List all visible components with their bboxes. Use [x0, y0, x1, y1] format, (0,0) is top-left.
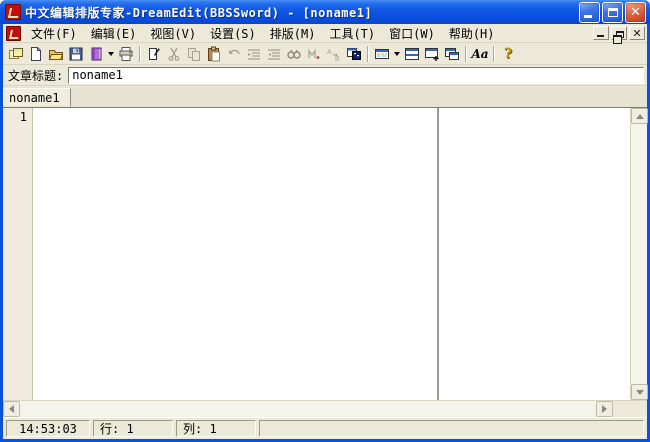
menu-edit[interactable]: 编辑(E)	[84, 23, 144, 44]
new-document-icon[interactable]	[26, 45, 46, 64]
menu-tools[interactable]: 工具(T)	[322, 23, 382, 44]
indent-decrease-icon[interactable]	[244, 45, 264, 64]
window-title: 中文编辑排版专家-DreamEdit(BBSSword) - [noname1]	[25, 4, 577, 21]
line-number-gutter: 1	[3, 108, 33, 400]
status-bar: 14:53:03 行: 1 列: 1	[3, 417, 647, 439]
line-number: 1	[20, 110, 27, 124]
mdi-close-icon: ✕	[632, 28, 641, 39]
svg-text:A: A	[327, 49, 332, 56]
toolbar-separator	[139, 46, 141, 62]
cut-icon[interactable]	[164, 45, 184, 64]
pane-divider[interactable]	[437, 108, 439, 400]
document-tab[interactable]: noname1	[3, 88, 71, 107]
toolbar: AB Aa ?	[3, 44, 647, 65]
mdi-restore-icon	[616, 31, 624, 38]
mdi-minimize-button[interactable]	[593, 26, 609, 40]
scroll-up-button[interactable]	[631, 108, 648, 124]
new-window-icon[interactable]	[6, 45, 26, 64]
chevron-up-icon	[636, 114, 644, 119]
save-icon[interactable]	[66, 45, 86, 64]
find-icon[interactable]	[284, 45, 304, 64]
chevron-down-icon	[636, 390, 644, 395]
close-icon: ✕	[630, 6, 641, 19]
toolbar-separator	[493, 46, 495, 62]
title-bar: 中文编辑排版专家-DreamEdit(BBSSword) - [noname1]…	[0, 0, 650, 24]
copy-icon[interactable]	[184, 45, 204, 64]
menu-bar: 文件(F) 编辑(E) 视图(V) 设置(S) 排版(M) 工具(T) 窗口(W…	[3, 24, 647, 43]
indent-increase-icon[interactable]	[264, 45, 284, 64]
cascade-windows-icon[interactable]	[442, 45, 462, 64]
mdi-close-button[interactable]: ✕	[629, 26, 645, 40]
status-extra	[259, 420, 644, 437]
chevron-left-icon	[9, 405, 14, 413]
menu-file[interactable]: 文件(F)	[24, 23, 84, 44]
article-title-input[interactable]	[68, 67, 644, 84]
add-window-icon[interactable]	[422, 45, 442, 64]
menu-view[interactable]: 视图(V)	[143, 23, 203, 44]
article-title-row: 文章标题:	[3, 65, 647, 86]
minimize-icon	[584, 15, 592, 18]
maximize-icon	[608, 8, 618, 17]
help-icon[interactable]: ?	[498, 45, 518, 64]
mdi-restore-button[interactable]	[611, 26, 627, 40]
scroll-left-button[interactable]	[3, 401, 20, 417]
toolbar-separator	[465, 46, 467, 62]
window-view-icon[interactable]	[372, 45, 392, 64]
svg-text:B: B	[335, 56, 340, 62]
status-column: 列: 1	[176, 420, 256, 437]
scrollbar-corner	[613, 400, 647, 417]
edit-document-icon[interactable]	[144, 45, 164, 64]
copy-window-icon[interactable]	[344, 45, 364, 64]
undo-icon[interactable]	[224, 45, 244, 64]
window-view-dropdown[interactable]	[392, 45, 402, 64]
editor-area: 1	[3, 107, 647, 400]
text-edit-pane[interactable]	[33, 108, 630, 400]
scroll-right-button[interactable]	[596, 401, 613, 417]
mdi-minimize-icon	[597, 35, 604, 37]
menu-typeset[interactable]: 排版(M)	[263, 23, 323, 44]
print-icon[interactable]	[116, 45, 136, 64]
app-window: 中文编辑排版专家-DreamEdit(BBSSword) - [noname1]…	[0, 0, 650, 442]
menu-help[interactable]: 帮助(H)	[442, 23, 502, 44]
split-window-icon[interactable]	[402, 45, 422, 64]
article-title-label: 文章标题:	[8, 67, 63, 84]
find-next-icon[interactable]	[304, 45, 324, 64]
toolbar-separator	[367, 46, 369, 62]
font-icon[interactable]: Aa	[470, 45, 490, 64]
paste-icon[interactable]	[204, 45, 224, 64]
dropdown-arrow-icon	[394, 52, 400, 56]
tab-bar: noname1	[3, 87, 647, 107]
scroll-down-button[interactable]	[631, 384, 648, 400]
chevron-right-icon	[602, 405, 607, 413]
close-button[interactable]: ✕	[625, 2, 646, 23]
open-file-icon[interactable]	[46, 45, 66, 64]
notebook-dropdown[interactable]	[106, 45, 116, 64]
notebook-icon[interactable]	[86, 45, 106, 64]
document-system-menu-icon[interactable]	[6, 26, 21, 41]
status-line: 行: 1	[93, 420, 173, 437]
vertical-scrollbar[interactable]	[630, 108, 647, 400]
app-icon	[5, 4, 21, 20]
replace-icon[interactable]: AB	[324, 45, 344, 64]
dropdown-arrow-icon	[108, 52, 114, 56]
horizontal-scrollbar[interactable]	[3, 400, 613, 417]
menu-settings[interactable]: 设置(S)	[203, 23, 263, 44]
maximize-button[interactable]	[602, 2, 623, 23]
menu-window[interactable]: 窗口(W)	[382, 23, 442, 44]
status-time: 14:53:03	[6, 420, 90, 437]
minimize-button[interactable]	[579, 2, 600, 23]
